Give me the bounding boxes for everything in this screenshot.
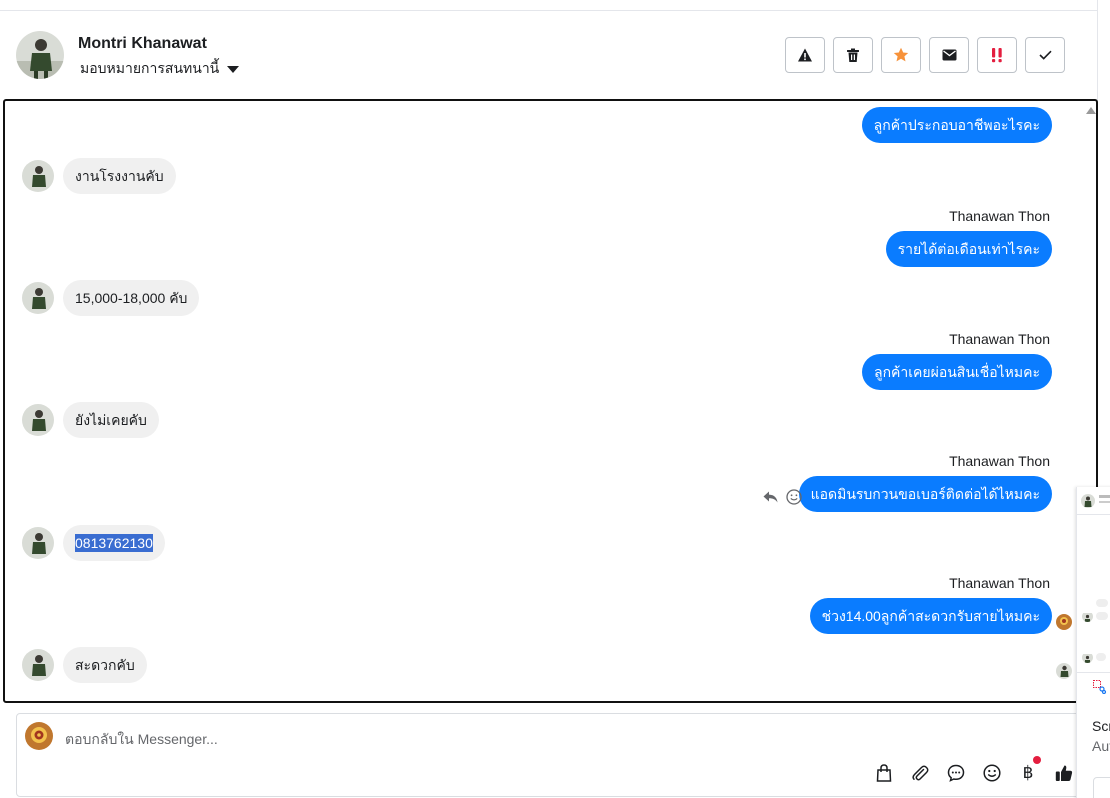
chat-bubble-icon[interactable]: [945, 762, 967, 784]
contact-avatar: [22, 649, 54, 681]
reply-icon[interactable]: [763, 491, 778, 503]
message-bubble[interactable]: ยังไม่เคยคับ: [63, 402, 159, 438]
panel-field[interactable]: [1093, 777, 1110, 798]
contact-avatar: [22, 160, 54, 192]
message-incoming: สะดวกคับ: [22, 647, 147, 683]
message-bubble[interactable]: ลูกค้าประกอบอาชีพอะไรคะ: [861, 107, 1052, 143]
message-outgoing: Thanawan Thon ช่วง14.00ลูกค้าสะดวกรับสาย…: [809, 575, 1052, 634]
message-bubble[interactable]: สะดวกคับ: [63, 647, 147, 683]
message-bubble[interactable]: งานโรงงานคับ: [63, 158, 176, 194]
message-bubble[interactable]: รายได้ต่อเดือนเท่าไรคะ: [885, 231, 1052, 267]
contact-avatar: [1082, 652, 1093, 663]
sender-name: Thanawan Thon: [949, 331, 1050, 347]
reply-input[interactable]: [65, 728, 965, 750]
warning-icon: [798, 48, 812, 62]
mini-bubble: [1096, 599, 1108, 607]
emoji-react-icon[interactable]: [786, 489, 802, 505]
contact-avatar: [1082, 611, 1093, 622]
mini-bubble: [1096, 653, 1106, 661]
message-incoming: 15,000-18,000 คับ: [22, 280, 200, 316]
panel-name-line: [1099, 495, 1110, 498]
message-outgoing: ลูกค้าประกอบอาชีพอะไรคะ: [861, 107, 1052, 143]
page-avatar: [25, 722, 53, 750]
reply-composer: ฿: [16, 713, 1098, 797]
contact-avatar: [1081, 494, 1095, 508]
message-bubble[interactable]: 0813762130: [63, 525, 165, 561]
double-exclamation-icon: [992, 48, 1002, 63]
thumbs-up-icon[interactable]: [1053, 762, 1075, 784]
contact-avatar: [22, 282, 54, 314]
contact-name[interactable]: Montri Khanawat: [78, 35, 207, 53]
mark-done-button[interactable]: [1025, 37, 1065, 73]
bag-icon[interactable]: [873, 762, 895, 784]
assign-label: มอบหมายการสนทนานี้: [80, 60, 220, 76]
message-outgoing: Thanawan Thon รายได้ต่อเดือนเท่าไรคะ: [885, 208, 1052, 267]
message-bubble[interactable]: แอดมินรบกวนขอเบอร์ติดต่อได้ไหมคะ: [798, 476, 1052, 512]
star-icon: [893, 47, 909, 62]
contact-avatar[interactable]: [16, 31, 64, 79]
message-incoming: ยังไม่เคยคับ: [22, 402, 159, 438]
message-outgoing: Thanawan Thon แอดมินรบกวนขอเบอร์ติดต่อได…: [798, 453, 1052, 512]
mark-unread-button[interactable]: [929, 37, 969, 73]
seen-by-contact-avatar: [1056, 663, 1072, 679]
message-incoming: งานโรงงานคับ: [22, 158, 176, 194]
sender-name: Thanawan Thon: [949, 453, 1050, 469]
message-outgoing: Thanawan Thon ลูกค้าเคยผ่อนสินเชื่อไหมคะ: [861, 331, 1052, 390]
selected-text[interactable]: 0813762130: [75, 534, 153, 552]
message-thread[interactable]: ลูกค้าประกอบอาชีพอะไรคะ งานโรงงานคับ Tha…: [3, 99, 1098, 703]
paperclip-icon[interactable]: [909, 762, 931, 784]
message-bubble[interactable]: ลูกค้าเคยผ่อนสินเชื่อไหมคะ: [861, 354, 1052, 390]
panel-divider: [1077, 514, 1110, 515]
emoji-icon[interactable]: [981, 762, 1003, 784]
contact-avatar: [22, 527, 54, 559]
conversation-actions: [785, 37, 1065, 73]
scissors-icon: [1093, 680, 1107, 694]
trash-icon: [847, 48, 859, 62]
panel-sub-line: [1099, 501, 1110, 503]
panel-subtitle-text: Aut: [1092, 738, 1110, 754]
scroll-up-arrow-icon[interactable]: [1086, 107, 1096, 114]
sender-name: Thanawan Thon: [949, 575, 1050, 591]
floating-chat-panel[interactable]: Scr Aut: [1076, 487, 1110, 798]
check-icon: [1038, 50, 1052, 60]
envelope-icon: [942, 49, 956, 61]
report-button[interactable]: [785, 37, 825, 73]
panel-title-text: Scr: [1092, 718, 1110, 734]
seen-by-avatar: [1056, 614, 1072, 630]
sender-name: Thanawan Thon: [949, 208, 1050, 224]
assign-conversation-dropdown[interactable]: มอบหมายการสนทนานี้: [80, 58, 240, 80]
message-bubble[interactable]: ช่วง14.00ลูกค้าสะดวกรับสายไหมคะ: [809, 598, 1052, 634]
message-incoming: 0813762130: [22, 525, 165, 561]
panel-divider: [1077, 672, 1110, 673]
notification-dot: [1033, 756, 1041, 764]
contact-avatar: [22, 404, 54, 436]
baht-icon[interactable]: ฿: [1017, 756, 1041, 784]
star-button[interactable]: [881, 37, 921, 73]
mini-bubble: [1096, 612, 1108, 620]
chevron-down-icon: [227, 66, 240, 73]
delete-button[interactable]: [833, 37, 873, 73]
conversation-header: Montri Khanawat มอบหมายการสนทนานี้: [0, 11, 1098, 99]
spam-button[interactable]: [977, 37, 1017, 73]
message-hover-tools: [763, 489, 802, 505]
message-bubble[interactable]: 15,000-18,000 คับ: [63, 280, 200, 316]
composer-tools: ฿: [873, 756, 1075, 784]
